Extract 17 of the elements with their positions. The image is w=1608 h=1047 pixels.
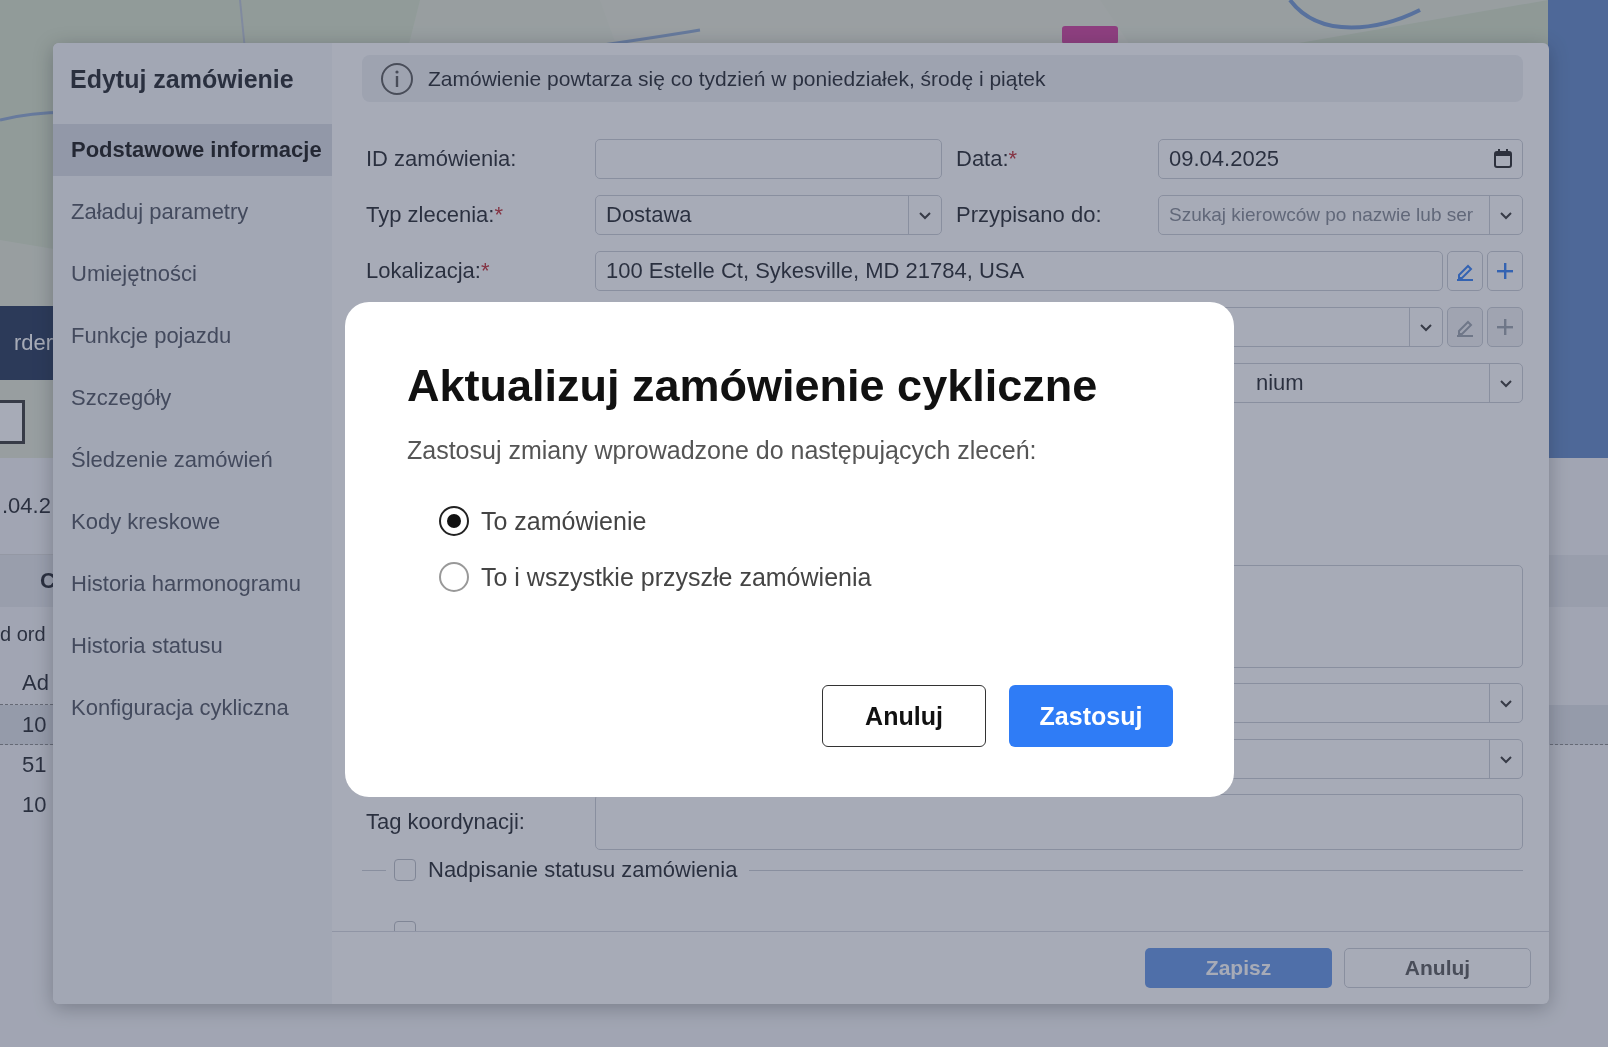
banner-text: Zamówienie powtarza się co tydzień w poniedziałek, środę i piątek: [428, 66, 1046, 91]
dialog-title: Edytuj zamówienie: [69, 64, 295, 95]
modal-title: Aktualizuj zamówienie cykliczne: [407, 360, 1099, 412]
field-label: Data:: [956, 146, 1009, 171]
field-label: Lokalizacja:: [366, 258, 481, 283]
table-cell: 10: [22, 792, 47, 818]
required-mark: *: [480, 258, 490, 283]
field-label: Typ zlecenia:: [366, 202, 495, 227]
field-label: Tag koordynacji:: [366, 809, 525, 834]
field-label: ID zamówienia:: [366, 146, 517, 171]
required-mark: *: [494, 202, 503, 227]
table-cell: 10: [22, 711, 47, 738]
table-cell: 51: [22, 752, 47, 778]
field-label: Przypisano do:: [956, 202, 1102, 227]
checkbox-label: Nadpisanie statusu zamówienia: [428, 857, 738, 883]
required-mark: *: [1008, 146, 1018, 171]
modal-subtitle: Zastosuj zmiany wprowadzone do następujących zleceń:: [407, 436, 1038, 465]
